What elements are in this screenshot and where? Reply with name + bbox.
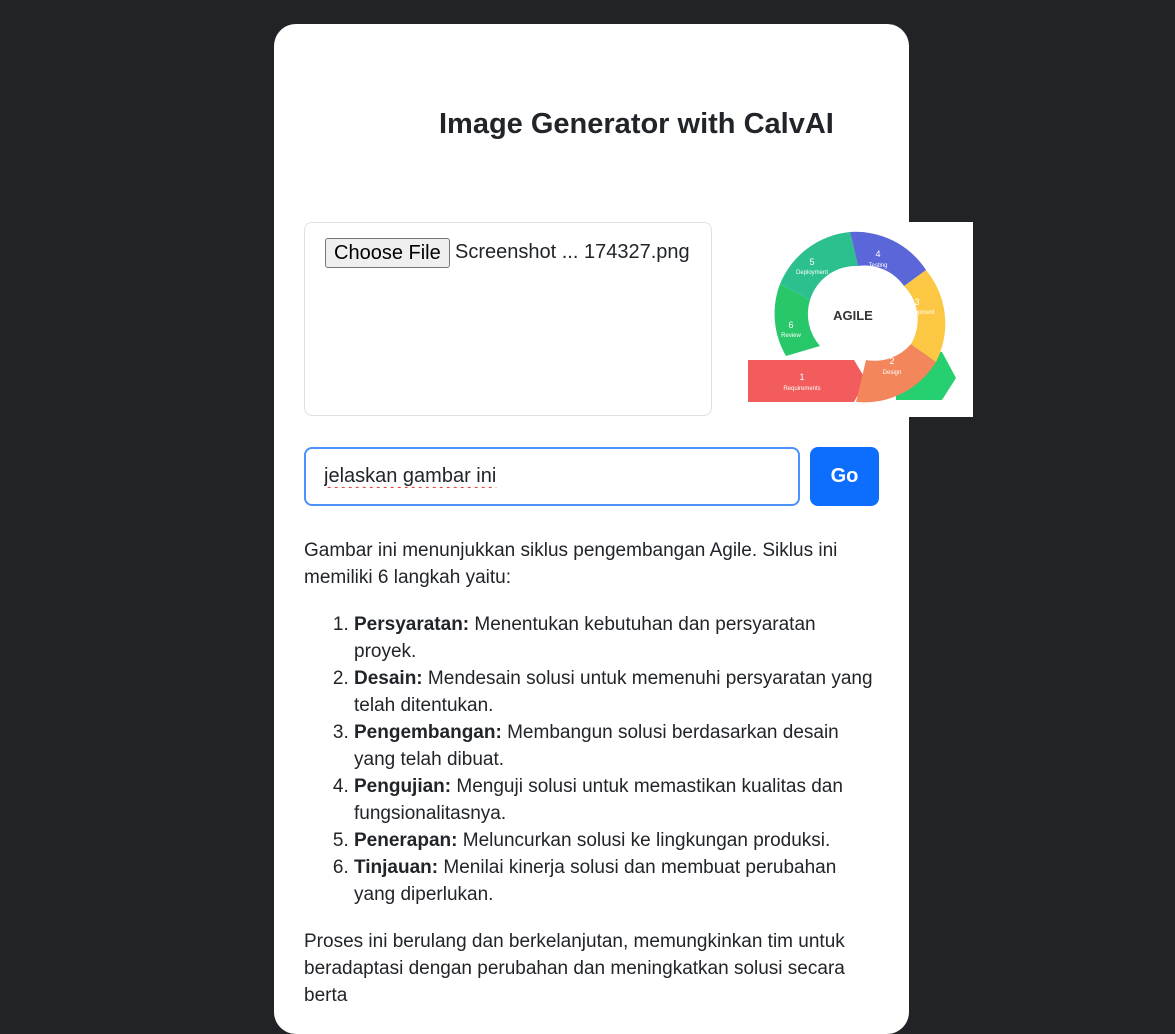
- step-num-6: 6: [788, 320, 793, 330]
- step-term: Penerapan:: [354, 830, 458, 851]
- step-label-6: Review: [781, 333, 801, 339]
- file-upload-box[interactable]: Choose File Screenshot ... 174327.png: [304, 222, 712, 416]
- step-label-2: Design: [883, 370, 902, 376]
- step-num-4: 4: [875, 249, 880, 259]
- step-label-1: Requirements: [783, 386, 820, 392]
- answer-intro: Gambar ini menunjukkan siklus pengembang…: [304, 540, 838, 588]
- list-item: Pengujian: Menguji solusi untuk memastik…: [354, 773, 879, 827]
- main-card: Image Generator with CalvAI Choose File …: [274, 24, 909, 1034]
- step-num-3: 3: [914, 297, 919, 307]
- step-term: Persyaratan:: [354, 614, 470, 635]
- selected-file-name: Screenshot ... 174327.png: [455, 241, 690, 263]
- step-label-5: Deployment: [796, 270, 828, 276]
- step-term: Desain:: [354, 668, 423, 689]
- step-term: Pengembangan:: [354, 722, 502, 743]
- answer-outro: Proses ini berulang dan berkelanjutan, m…: [304, 931, 845, 1006]
- answer-text: Gambar ini menunjukkan siklus pengembang…: [304, 537, 879, 1029]
- list-item: Pengembangan: Membangun solusi berdasark…: [354, 719, 879, 773]
- step-num-1: 1: [799, 372, 804, 382]
- uploaded-image-preview: AGILE 1 Requirements 2 Design 3 Developm…: [746, 222, 973, 417]
- step-num-2: 2: [889, 356, 894, 366]
- step-desc: Mendesain solusi untuk memenuhi persyara…: [354, 668, 873, 716]
- go-button[interactable]: Go: [810, 447, 879, 506]
- agile-cycle-diagram: AGILE 1 Requirements 2 Design 3 Developm…: [748, 231, 956, 403]
- step-label-4: Testing: [868, 263, 887, 269]
- list-item: Tinjauan: Menilai kinerja solusi dan mem…: [354, 854, 879, 908]
- step-term: Pengujian:: [354, 776, 452, 797]
- agile-segment-1: [748, 360, 866, 402]
- list-item: Penerapan: Meluncurkan solusi ke lingkun…: [354, 827, 879, 854]
- agile-segment-6: [774, 284, 820, 356]
- page-title: Image Generator with CalvAI: [439, 108, 834, 140]
- choose-file-button[interactable]: Choose File: [325, 238, 450, 268]
- step-term: Tinjauan:: [354, 857, 439, 878]
- step-desc: Meluncurkan solusi ke lingkungan produks…: [457, 830, 831, 851]
- agile-center-label: AGILE: [833, 308, 873, 323]
- step-num-5: 5: [809, 257, 814, 267]
- steps-list: Persyaratan: Menentukan kebutuhan dan pe…: [304, 611, 879, 908]
- prompt-input[interactable]: [304, 447, 800, 506]
- list-item: Desain: Mendesain solusi untuk memenuhi …: [354, 665, 879, 719]
- list-item: Persyaratan: Menentukan kebutuhan dan pe…: [354, 611, 879, 665]
- step-label-3: Development: [899, 310, 935, 316]
